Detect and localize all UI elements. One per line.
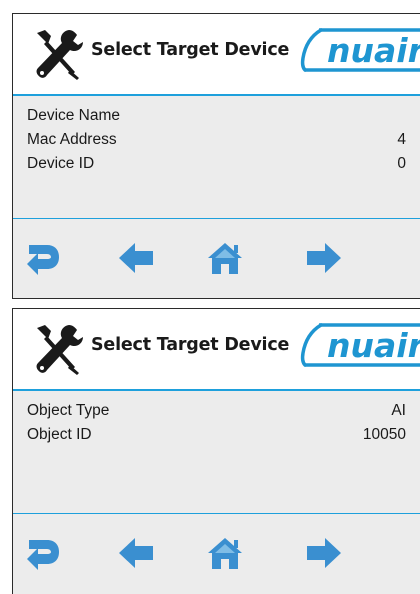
logo-wordmark: nuaire	[327, 326, 420, 365]
tools-icon	[36, 30, 83, 80]
info-panel: Device Name Mac Address 4 Device ID 0	[13, 96, 420, 218]
arrow-left-icon[interactable]	[118, 536, 154, 570]
nuaire-logo: nuaire	[300, 323, 420, 367]
object-id-label: Object ID	[27, 426, 92, 443]
arrow-left-icon[interactable]	[118, 241, 154, 275]
home-icon[interactable]	[207, 241, 243, 275]
home-icon[interactable]	[207, 536, 243, 570]
nuaire-logo: nuaire	[300, 28, 420, 72]
object-type-row: Object Type AI	[13, 399, 420, 423]
header: Select Target Device nuaire	[13, 14, 420, 94]
nav-bar	[13, 513, 420, 594]
device-id-row: Device ID 0	[13, 152, 420, 176]
arrow-right-icon[interactable]	[306, 536, 342, 570]
header: Select Target Device nuaire	[13, 309, 420, 389]
page-title: Select Target Device	[91, 40, 290, 60]
info-panel: Object Type AI Object ID 10050	[13, 391, 420, 513]
device-name-row: Device Name	[13, 104, 420, 128]
device-name-label: Device Name	[27, 107, 121, 124]
tools-icon	[36, 325, 83, 375]
logo-wordmark: nuaire	[327, 31, 420, 70]
device-id-label: Device ID	[27, 155, 95, 172]
object-id-row: Object ID 10050	[13, 423, 420, 447]
arrow-right-icon[interactable]	[306, 241, 342, 275]
object-type-value: AI	[391, 402, 406, 419]
device-screen-2: Select Target Device nuaire Object Type …	[12, 308, 420, 594]
object-type-label: Object Type	[27, 402, 110, 419]
object-id-value: 10050	[362, 426, 406, 443]
mac-address-value: 4	[397, 131, 406, 148]
nav-bar	[13, 218, 420, 298]
mac-address-label: Mac Address	[27, 131, 117, 148]
page-title: Select Target Device	[91, 335, 290, 355]
return-icon[interactable]	[25, 536, 61, 570]
device-id-value: 0	[397, 155, 406, 172]
device-screen-1: Select Target Device nuaire Device Name …	[12, 13, 420, 299]
return-icon[interactable]	[25, 241, 61, 275]
mac-address-row: Mac Address 4	[13, 128, 420, 152]
